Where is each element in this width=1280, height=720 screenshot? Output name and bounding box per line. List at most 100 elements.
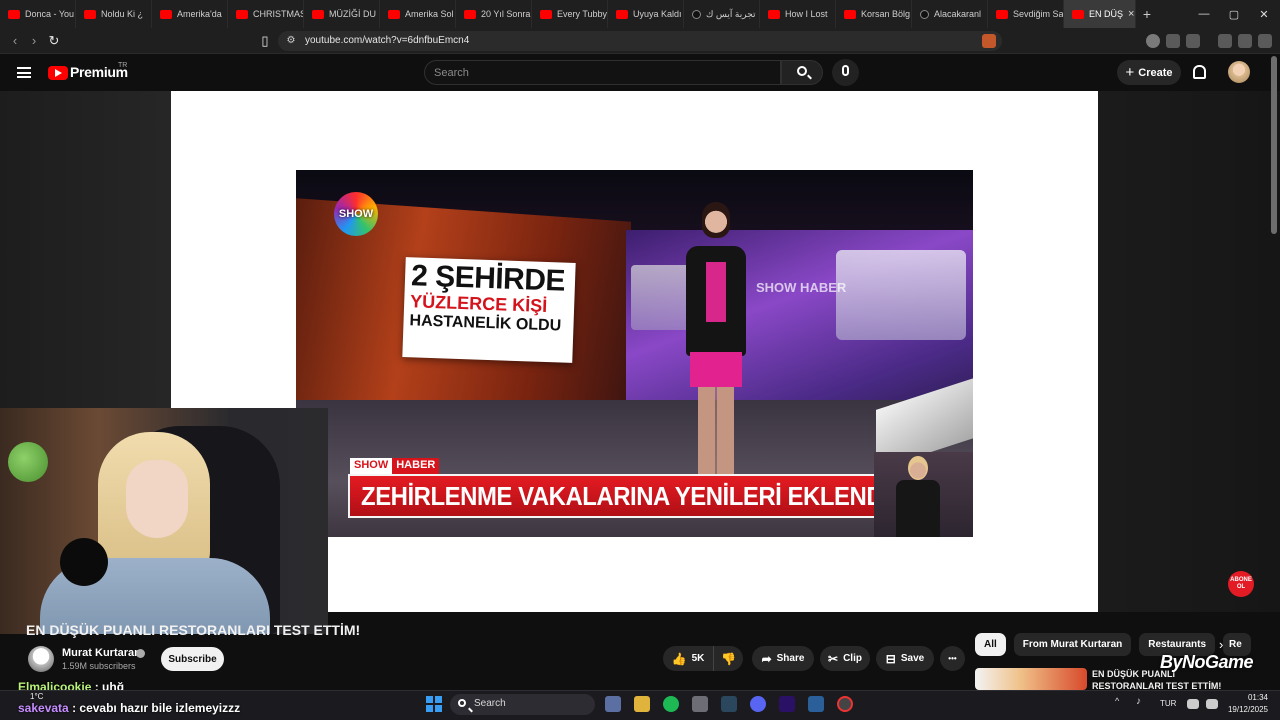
brave-shield-icon[interactable] xyxy=(982,34,996,48)
browser-tab[interactable]: Sevdiğim Sa xyxy=(988,0,1064,28)
chip-all[interactable]: All xyxy=(975,633,1006,656)
browser-tab[interactable]: Uyuya Kaldı xyxy=(608,0,684,28)
back-arrow-icon[interactable]: ‹ xyxy=(6,32,24,50)
save-label: Save xyxy=(900,653,925,664)
windows-start-icon[interactable] xyxy=(426,696,442,712)
clip-label: Clip xyxy=(843,653,862,664)
clock-time[interactable]: 01:34 xyxy=(1236,693,1268,702)
discord-icon[interactable] xyxy=(750,696,766,712)
browser-tab[interactable]: MÜZİĞİ DU xyxy=(304,0,380,28)
subscribe-button[interactable]: Subscribe xyxy=(161,647,224,671)
youtube-favicon-icon xyxy=(1072,9,1084,19)
browser-tab[interactable]: Noldu Ki ¿ xyxy=(76,0,152,28)
file-explorer-icon[interactable] xyxy=(634,696,650,712)
sign-language-interpreter xyxy=(874,452,973,537)
chevron-right-icon[interactable]: › xyxy=(1219,637,1223,652)
weather-widget[interactable]: 1°C xyxy=(30,692,43,701)
minimize-button[interactable]: — xyxy=(1188,0,1220,28)
task-view-icon[interactable] xyxy=(605,696,621,712)
more-actions-button[interactable]: ••• xyxy=(940,646,965,671)
chat-message: sakevata : cevabı hazır bile izlemeyizzz xyxy=(18,701,240,715)
subscribe-badge-line-2: OL xyxy=(1236,584,1246,590)
youtube-favicon-icon xyxy=(388,9,400,19)
browser-tab[interactable]: 20 Yıl Sonra xyxy=(456,0,532,28)
microphone-icon xyxy=(60,538,108,586)
youtube-favicon-icon xyxy=(84,9,96,19)
save-button[interactable]: ⊟ Save xyxy=(876,646,934,671)
sidebar-icon[interactable] xyxy=(1238,34,1252,48)
reload-icon[interactable]: ↻ xyxy=(45,32,63,50)
news-broadcast-frame: SHOW HABER SHOW 2 ŞEHİRDE YÜZLERCE KİŞİ … xyxy=(296,170,973,537)
browser-tab[interactable]: Amerika Sol xyxy=(380,0,456,28)
menu-icon[interactable] xyxy=(1258,34,1272,48)
tray-chevron-icon[interactable]: ^ xyxy=(1115,696,1125,712)
lower-third-tag: SHOW HABER xyxy=(350,458,440,474)
youtube-favicon-icon xyxy=(160,9,172,19)
search-button[interactable] xyxy=(781,60,823,85)
channel-name[interactable]: Murat Kurtaran xyxy=(62,647,141,659)
like-button[interactable]: 👍 5K xyxy=(663,646,713,671)
recommended-video-thumbnail[interactable] xyxy=(975,668,1087,690)
obs-icon[interactable] xyxy=(837,696,853,712)
input-language[interactable]: TUR xyxy=(1160,699,1176,708)
browser-tab[interactable]: تجربة آيس ك xyxy=(684,0,760,28)
account-avatar[interactable] xyxy=(1228,61,1250,83)
share-arrow-icon: ➦ xyxy=(761,651,772,666)
share-label: Share xyxy=(776,653,805,664)
dislike-button[interactable]: 👎 xyxy=(713,646,743,671)
browser-tab[interactable]: Amerika'da xyxy=(152,0,228,28)
create-button[interactable]: + Create xyxy=(1117,60,1181,85)
spotify-icon[interactable] xyxy=(663,696,679,712)
search-icon xyxy=(797,66,807,76)
extension-icon[interactable] xyxy=(1146,34,1160,48)
youtube-favicon-icon xyxy=(616,9,628,19)
share-button[interactable]: ➦ Share xyxy=(752,646,814,671)
photoshop-icon[interactable] xyxy=(808,696,824,712)
browser-tab[interactable]: Every Tubby xyxy=(532,0,608,28)
forward-arrow-icon[interactable]: › xyxy=(25,32,43,50)
url-text[interactable]: youtube.com/watch?v=6dnfbuEmcn4 xyxy=(305,35,469,46)
steam-icon[interactable] xyxy=(721,696,737,712)
browser-tab-active[interactable]: EN DÜŞ × xyxy=(1064,0,1136,28)
premiere-pro-icon[interactable] xyxy=(779,696,795,712)
clip-button[interactable]: ✂ Clip xyxy=(820,646,870,671)
notifications-bell-icon[interactable] xyxy=(1193,65,1206,79)
music-icon[interactable] xyxy=(1218,34,1232,48)
voice-search-button[interactable] xyxy=(832,59,859,86)
taskbar-search-box[interactable] xyxy=(450,694,595,715)
youtube-logo-icon[interactable] xyxy=(48,66,68,80)
browser-tab[interactable]: CHRISTMAS xyxy=(228,0,304,28)
bookmark-icon[interactable]: ▯ xyxy=(256,32,274,50)
network-icon[interactable] xyxy=(1187,699,1199,709)
new-tab-button[interactable]: + xyxy=(1136,6,1158,22)
browser-tab[interactable]: Alacakaranl xyxy=(912,0,988,28)
close-window-button[interactable]: ✕ xyxy=(1248,0,1280,28)
channel-avatar[interactable] xyxy=(28,646,54,672)
hamburger-menu-icon[interactable] xyxy=(17,67,31,78)
headline-line-3: HASTANELİK OLDU xyxy=(409,312,562,335)
clock-date[interactable]: 19/12/2025 xyxy=(1226,705,1268,714)
browser-tab[interactable]: Donca - You xyxy=(0,0,76,28)
browser-tab[interactable]: How I Lost xyxy=(760,0,836,28)
microphone-tray-icon[interactable]: ♪ xyxy=(1136,696,1146,712)
maximize-button[interactable]: ▢ xyxy=(1218,0,1250,28)
search-box xyxy=(424,60,781,85)
chip-from-channel[interactable]: From Murat Kurtaran xyxy=(1013,633,1132,656)
close-tab-icon[interactable]: × xyxy=(1128,8,1134,20)
youtube-favicon-icon xyxy=(464,9,476,19)
app-icon[interactable] xyxy=(692,696,708,712)
microphone-icon xyxy=(842,65,849,76)
anchor-head xyxy=(702,202,730,238)
browser-tab[interactable]: Korsan Bölg xyxy=(836,0,912,28)
volume-icon[interactable] xyxy=(1206,699,1218,709)
search-input[interactable] xyxy=(434,65,764,81)
subscribe-badge[interactable]: ABONE OL xyxy=(1228,571,1254,597)
page-scrollbar[interactable] xyxy=(1271,56,1277,234)
youtube-favicon-icon xyxy=(996,9,1008,19)
interpreter-head xyxy=(908,456,928,480)
youtube-favicon-icon xyxy=(540,9,552,19)
site-info-icon[interactable]: ⚙ xyxy=(282,32,300,50)
extension-icon[interactable] xyxy=(1186,34,1200,48)
puzzle-icon[interactable] xyxy=(1166,34,1180,48)
interpreter-body xyxy=(896,480,940,537)
